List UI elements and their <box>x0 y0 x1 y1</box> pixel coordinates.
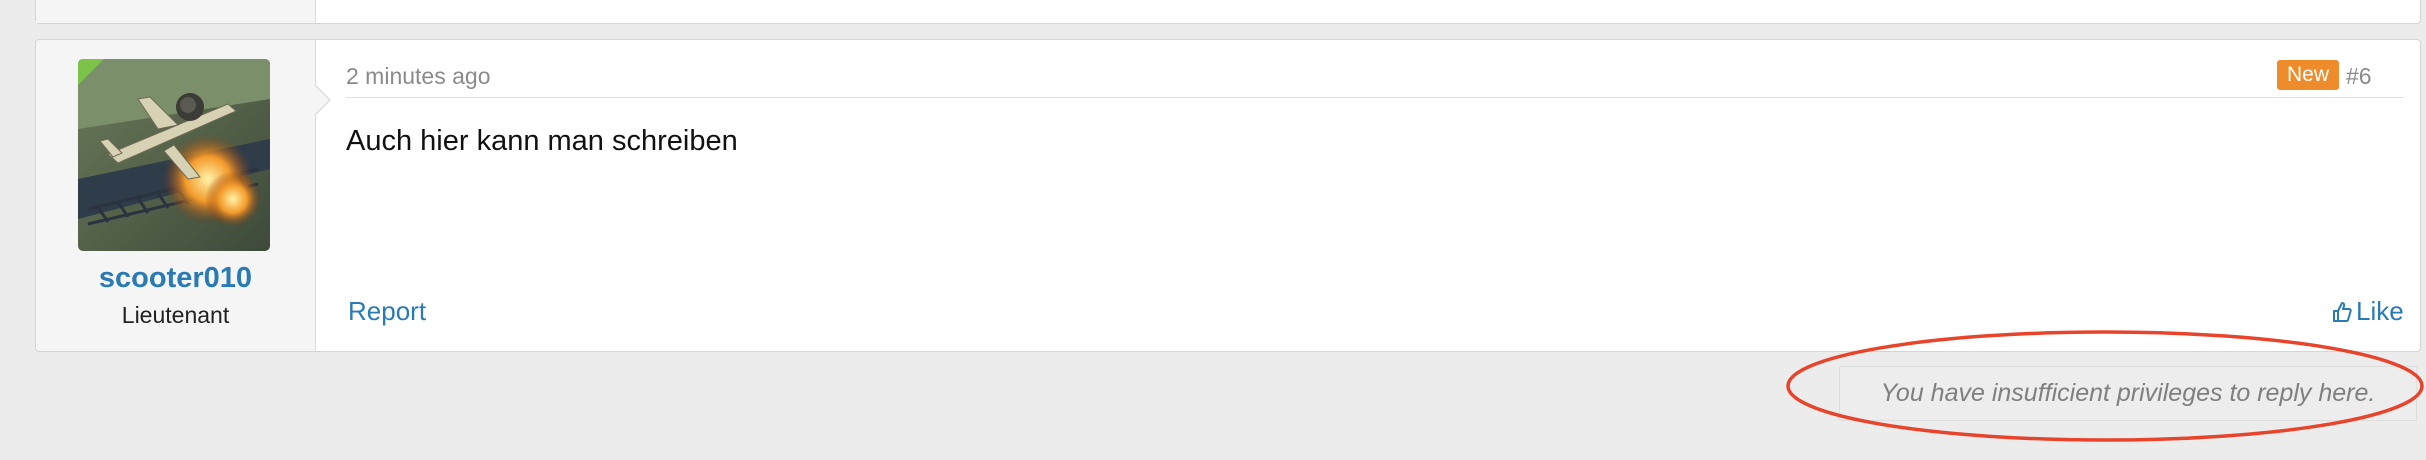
post-timestamp[interactable]: 2 minutes ago <box>346 63 490 90</box>
message-text: Auch hier kann man schreiben <box>346 125 738 157</box>
annotation-ellipse <box>1786 330 2424 442</box>
like-button[interactable]: Like <box>2332 296 2404 327</box>
speech-arrow-inner <box>314 85 329 115</box>
like-label: Like <box>2356 296 2404 326</box>
avatar[interactable] <box>78 59 270 251</box>
report-link[interactable]: Report <box>348 296 426 327</box>
post-6: scooter010 Lieutenant 2 minutes ago New … <box>35 39 2421 352</box>
user-title: Lieutenant <box>121 302 230 328</box>
previous-post <box>35 0 2421 24</box>
post-number-link[interactable]: #6 <box>2346 63 2372 90</box>
message-userbit: scooter010 Lieutenant <box>36 40 316 351</box>
previous-post-userbit <box>36 0 316 23</box>
online-indicator <box>78 59 104 85</box>
username-link[interactable]: scooter010 <box>36 262 315 295</box>
new-badge: New <box>2277 60 2340 90</box>
post-header-divider <box>346 97 2404 98</box>
thumbs-up-icon <box>2332 296 2356 326</box>
